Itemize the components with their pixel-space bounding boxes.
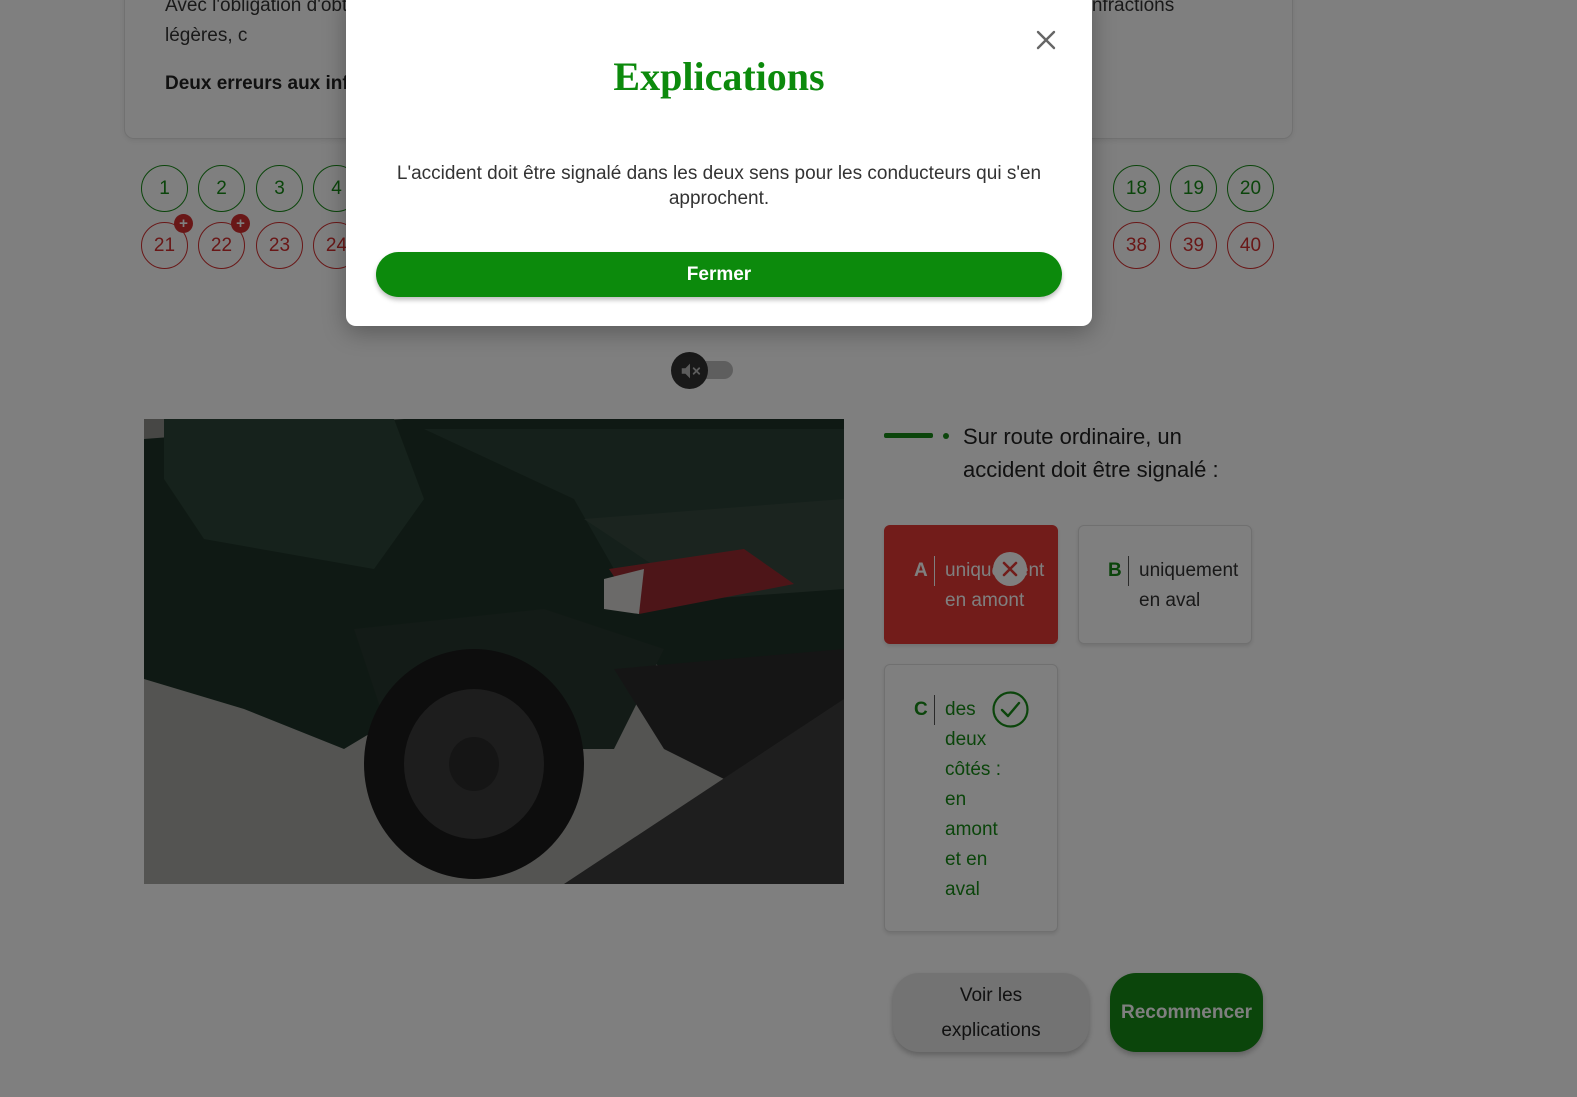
- modal-body: L'accident doit être signalé dans les de…: [396, 163, 1042, 209]
- close-icon[interactable]: [1034, 28, 1058, 52]
- modal-title: Explications: [613, 54, 825, 99]
- close-button[interactable]: Fermer: [376, 252, 1062, 297]
- explanations-modal: Explications L'accident doit être signal…: [346, 0, 1092, 326]
